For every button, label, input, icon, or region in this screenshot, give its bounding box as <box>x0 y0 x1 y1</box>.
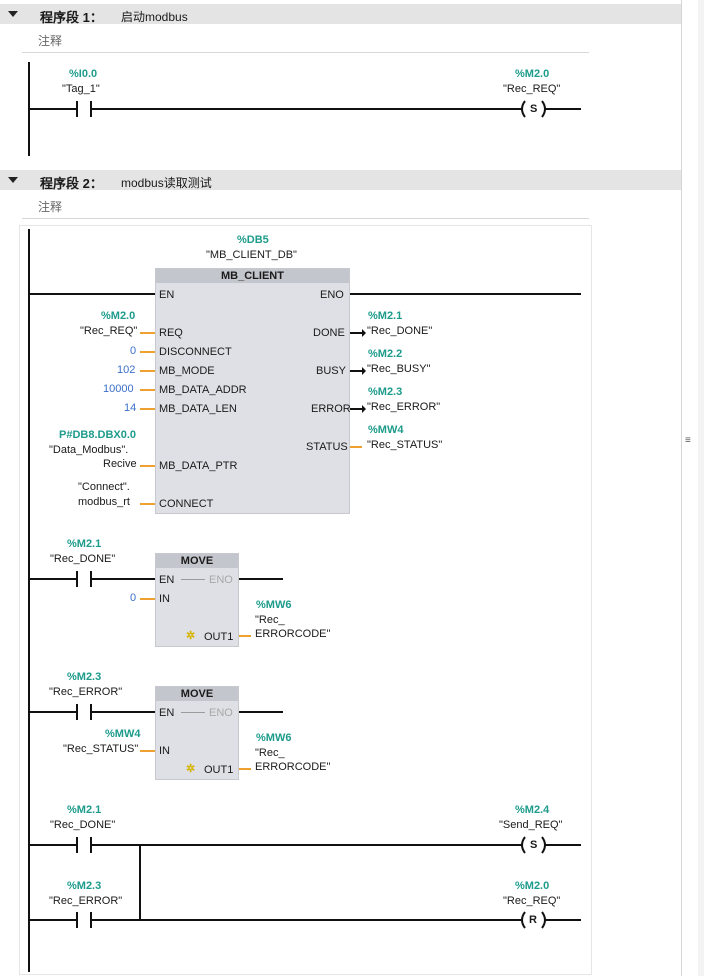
mb-client-pin-status: STATUS <box>306 441 348 453</box>
move1-contact-tag[interactable]: "Rec_DONE" <box>50 553 115 565</box>
connect-tag-line1[interactable]: "Connect". <box>78 481 130 493</box>
move2-out-tag-line2[interactable]: ERRORCODE" <box>255 761 330 773</box>
error-operand-tag[interactable]: "Rec_ERROR" <box>367 401 440 413</box>
move2-pin-in: IN <box>159 745 170 757</box>
done-operand-tag[interactable]: "Rec_DONE" <box>367 325 432 337</box>
mb-client-pin-mb-data-len: MB_DATA_LEN <box>159 403 237 415</box>
last-coil1-tag[interactable]: "Send_REQ" <box>499 819 562 831</box>
last-coil2-address[interactable]: %M2.0 <box>515 880 549 892</box>
mb-client-pin-done: DONE <box>313 327 345 339</box>
mb-data-len-value[interactable]: 14 <box>124 402 136 414</box>
mb-client-pin-busy: BUSY <box>316 365 346 377</box>
mb-client-db-address[interactable]: %DB5 <box>237 234 269 246</box>
scrollbar-track[interactable] <box>682 0 698 976</box>
move1-pin-out1: OUT1 <box>204 631 234 643</box>
move2-pin-out1: OUT1 <box>204 764 234 776</box>
done-operand-address[interactable]: %M2.1 <box>368 310 402 322</box>
mb-client-title: MB_CLIENT <box>156 269 349 283</box>
mb-data-ptr-address[interactable]: P#DB8.DBX0.0 <box>59 429 136 441</box>
seg1-coil-tag[interactable]: "Rec_REQ" <box>503 83 560 95</box>
mb-client-pin-connect: CONNECT <box>159 498 214 510</box>
last-coil1-type[interactable]: S <box>530 839 537 851</box>
mb-mode-value[interactable]: 102 <box>117 364 135 376</box>
move2-pin-eno: ENO <box>209 707 233 719</box>
disconnect-value[interactable]: 0 <box>130 345 136 357</box>
req-operand-tag[interactable]: "Rec_REQ" <box>80 325 137 337</box>
last-contact1-tag[interactable]: "Rec_DONE" <box>50 819 115 831</box>
move1-in-value[interactable]: 0 <box>130 592 136 604</box>
move2-out-tag-line1[interactable]: "Rec_ <box>255 747 285 759</box>
move1-eno-wire <box>181 579 205 580</box>
mb-client-pin-mb-data-ptr: MB_DATA_PTR <box>159 460 238 472</box>
move2-in-tag[interactable]: "Rec_STATUS" <box>63 743 138 755</box>
mb-client-pin-error: ERROR <box>311 403 351 415</box>
move2-pin-en: EN <box>159 707 175 719</box>
move1-pin-in: IN <box>159 593 170 605</box>
move1-out-address[interactable]: %MW6 <box>256 599 291 611</box>
last-coil2-tag[interactable]: "Rec_REQ" <box>503 895 560 907</box>
move2-contact-address[interactable]: %M2.3 <box>67 671 101 683</box>
move2-out-add-icon[interactable]: ✲ <box>186 762 195 775</box>
req-operand-address[interactable]: %M2.0 <box>101 310 135 322</box>
move2-contact-tag[interactable]: "Rec_ERROR" <box>49 686 122 698</box>
connect-tag-line2[interactable]: modbus_rt <box>78 496 130 508</box>
seg1-coil-address[interactable]: %M2.0 <box>515 68 549 80</box>
move2-out-address[interactable]: %MW6 <box>256 732 291 744</box>
last-coil1-address[interactable]: %M2.4 <box>515 804 549 816</box>
last-contact1-address[interactable]: %M2.1 <box>67 804 101 816</box>
move1-out-add-icon[interactable]: ✲ <box>186 629 195 642</box>
status-operand-address[interactable]: %MW4 <box>368 424 403 436</box>
mb-data-ptr-tag-line2[interactable]: Recive <box>103 458 137 470</box>
seg1-coil-type[interactable]: S <box>530 103 537 115</box>
mb-client-pin-mb-data-addr: MB_DATA_ADDR <box>159 384 247 396</box>
error-operand-address[interactable]: %M2.3 <box>368 386 402 398</box>
move1-pin-eno: ENO <box>209 574 233 586</box>
move2-eno-wire <box>181 712 205 713</box>
seg1-contact-tag[interactable]: "Tag_1" <box>62 83 100 95</box>
move1-out-tag-line2[interactable]: ERRORCODE" <box>255 628 330 640</box>
mb-data-ptr-tag-line1[interactable]: "Data_Modbus". <box>49 444 128 456</box>
last-coil2-type[interactable]: R <box>529 914 537 926</box>
busy-operand-address[interactable]: %M2.2 <box>368 348 402 360</box>
move1-contact-address[interactable]: %M2.1 <box>67 538 101 550</box>
mb-client-pin-disconnect: DISCONNECT <box>159 346 232 358</box>
mb-client-pin-eno: ENO <box>320 289 344 301</box>
seg1-contact-address[interactable]: %I0.0 <box>69 68 97 80</box>
mb-client-pin-req: REQ <box>159 327 183 339</box>
mb-client-pin-mb-mode: MB_MODE <box>159 365 215 377</box>
move1-out-tag-line1[interactable]: "Rec_ <box>255 614 285 626</box>
status-operand-tag[interactable]: "Rec_STATUS" <box>367 439 442 451</box>
seg1-contact[interactable] <box>74 99 94 119</box>
move2-in-address[interactable]: %MW4 <box>105 728 140 740</box>
mb-client-pin-en: EN <box>159 289 175 301</box>
last-contact2-tag[interactable]: "Rec_ERROR" <box>49 895 122 907</box>
move1-pin-en: EN <box>159 574 175 586</box>
last-contact2-address[interactable]: %M2.3 <box>67 880 101 892</box>
move1-title: MOVE <box>156 554 238 568</box>
scrollbar-grip-icon[interactable]: ≡ <box>685 435 691 446</box>
busy-operand-tag[interactable]: "Rec_BUSY" <box>367 363 430 375</box>
mb-client-db-tag[interactable]: "MB_CLIENT_DB" <box>206 249 297 261</box>
move2-title: MOVE <box>156 687 238 701</box>
mb-data-addr-value[interactable]: 10000 <box>103 383 134 395</box>
